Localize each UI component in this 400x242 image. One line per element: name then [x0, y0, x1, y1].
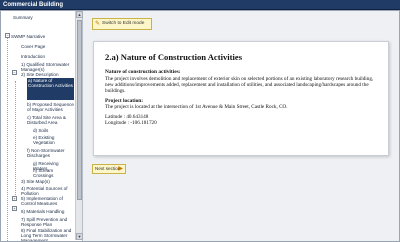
expand-icon[interactable]: + [12, 206, 17, 211]
tree-item-materials-handling[interactable]: 6) Materials Handling [21, 209, 75, 214]
arrow-right-icon: ▶ [118, 166, 123, 172]
collapse-icon[interactable]: − [5, 33, 10, 38]
sidebar-scrollbar[interactable]: ▲ ▼ [75, 11, 83, 240]
tree-guide-line-2 [15, 81, 16, 201]
switch-edit-mode-button[interactable]: ✎ Switch to Edit mode [92, 18, 152, 30]
pencil-icon: ✎ [95, 21, 101, 27]
window-title: Commercial Building [3, 2, 64, 8]
tree-item-non-stormwater[interactable]: f) Non-Stormwater Discharges [27, 148, 74, 158]
collapse-icon[interactable]: − [12, 70, 17, 75]
tree-item-cover-page[interactable]: Cover Page [21, 44, 75, 49]
tree-item-spill-prevention[interactable]: 7) Spill Prevention and Response Plan [21, 217, 75, 227]
tree-item-site-maps[interactable]: 3) Site Map(s) [21, 179, 75, 184]
expand-icon[interactable]: + [12, 196, 17, 201]
tree-guide-line [7, 35, 8, 241]
switch-edit-mode-label: Switch to Edit mode [102, 21, 145, 26]
content-card: 2.a) Nature of Construction Activities N… [93, 41, 389, 156]
tree-item-total-site-area[interactable]: c) Total Site Area & Disturbed Area [27, 115, 74, 125]
scroll-down-icon[interactable]: ▼ [76, 233, 83, 240]
tree-item-qualified-manager[interactable]: 1) Qualified Stormwater Manager(s) [21, 62, 75, 72]
longitude-text: Longitude : -106.181720 [105, 120, 157, 127]
title-bar: Commercial Building [0, 0, 400, 10]
tree-item-existing-vegetation[interactable]: e) Existing Vegetation [33, 135, 74, 145]
page-title: 2.a) Nature of Construction Activities [105, 52, 243, 62]
scroll-up-icon[interactable]: ▲ [76, 11, 83, 18]
tree-item-summary[interactable]: Summary [13, 15, 73, 20]
tree-item-proposed-sequence[interactable]: b) Proposed Sequence of Major Activities [27, 102, 74, 112]
sidebar-tree: − − + + Summary SWMP Narrative Cover Pag… [1, 11, 83, 241]
tree-item-stream-crossings[interactable]: h) Stream Crossings [33, 168, 74, 178]
tree-item-soils[interactable]: d) Soils [33, 128, 74, 133]
next-section-label: Next section [95, 166, 121, 171]
tree-item-swmp-narrative[interactable]: SWMP Narrative [11, 34, 73, 39]
tree-item-nature-of-construction[interactable]: a) Nature of Construction Activities [27, 78, 74, 100]
tree-item-control-measures[interactable]: 5) Implementation of Control Measures [21, 196, 75, 206]
activities-text: The project involves demolition and repl… [105, 75, 374, 95]
tree-item-final-stabilization[interactable]: 8) Final Stabilization and Long Term Sto… [21, 228, 75, 241]
tree-item-introduction[interactable]: Introduction [21, 54, 75, 59]
tree-item-site-description[interactable]: 2) Site Description [21, 72, 75, 77]
tree-item-pollution-sources[interactable]: 4) Potential Sources of Pollution [21, 186, 75, 196]
scroll-thumb[interactable] [77, 20, 82, 200]
next-section-button[interactable]: Next section ▶ [92, 164, 126, 174]
